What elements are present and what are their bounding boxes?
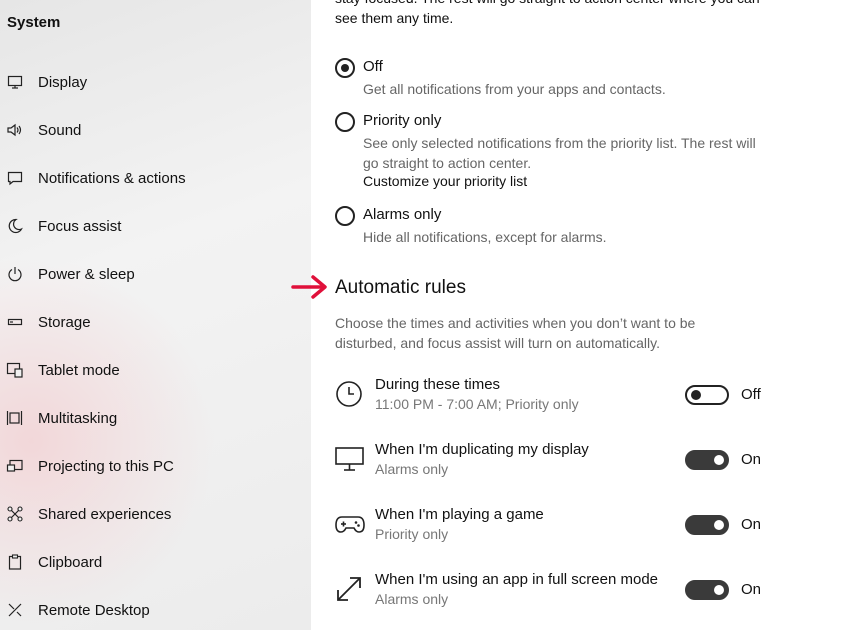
power-icon bbox=[6, 265, 24, 283]
toggle-state: On bbox=[741, 516, 762, 533]
sidebar-title: System bbox=[7, 14, 61, 31]
toggle-state: On bbox=[741, 581, 762, 598]
sidebar-item-label: Multitasking bbox=[38, 409, 118, 427]
sidebar-item-label: Focus assist bbox=[38, 217, 122, 235]
radio-label: Priority only bbox=[363, 112, 442, 129]
rule-title: During these times bbox=[375, 376, 501, 393]
sidebar-item-sound[interactable]: Sound bbox=[0, 110, 311, 150]
radio-label: Off bbox=[363, 58, 383, 75]
radio-option-off[interactable]: Off Get all notifications from your apps… bbox=[335, 58, 795, 102]
red-arrow-icon bbox=[291, 272, 331, 307]
rule-full-screen-app[interactable]: When I'm using an app in full screen mod… bbox=[335, 571, 835, 615]
sidebar-item-focus-assist[interactable]: Focus assist bbox=[0, 206, 311, 246]
sidebar-item-clipboard[interactable]: Clipboard bbox=[0, 542, 311, 582]
sidebar-item-label: Display bbox=[38, 73, 88, 91]
storage-icon bbox=[6, 313, 24, 331]
moon-icon bbox=[6, 217, 24, 235]
radio-alarms-only[interactable] bbox=[335, 206, 355, 226]
toggle-knob bbox=[714, 520, 724, 530]
toggle-state: On bbox=[741, 451, 762, 468]
customize-priority-link[interactable]: Customize your priority list bbox=[363, 173, 527, 189]
fullscreen-icon bbox=[335, 575, 363, 603]
sidebar-item-power-sleep[interactable]: Power & sleep bbox=[0, 254, 311, 294]
automatic-rules-heading: Automatic rules bbox=[335, 277, 466, 298]
speaker-icon bbox=[6, 121, 24, 139]
rule-subtitle: Alarms only bbox=[375, 461, 449, 477]
radio-description: See only selected notifications from the… bbox=[363, 135, 756, 171]
sidebar-item-label: Remote Desktop bbox=[38, 601, 150, 619]
sidebar-item-label: Clipboard bbox=[38, 553, 103, 571]
sidebar-item-tablet-mode[interactable]: Tablet mode bbox=[0, 350, 311, 390]
intro-text: stay focused. The rest will go straight … bbox=[335, 0, 760, 26]
toggle-knob bbox=[691, 390, 701, 400]
radio-option-alarms-only[interactable]: Alarms only Hide all notifications, exce… bbox=[335, 206, 795, 250]
rule-title: When I'm duplicating my display bbox=[375, 441, 589, 458]
sidebar-item-label: Shared experiences bbox=[38, 505, 172, 523]
radio-label: Alarms only bbox=[363, 206, 442, 223]
rule-title: When I'm using an app in full screen mod… bbox=[375, 571, 659, 588]
toggle-during-these-times[interactable] bbox=[685, 385, 729, 405]
rule-title: When I'm playing a game bbox=[375, 506, 544, 523]
rule-playing-game[interactable]: When I'm playing a game Priority only On bbox=[335, 506, 835, 550]
sidebar-item-projecting[interactable]: Projecting to this PC bbox=[0, 446, 311, 486]
rule-subtitle: Priority only bbox=[375, 526, 449, 542]
sidebar-item-shared-experiences[interactable]: Shared experiences bbox=[0, 494, 311, 534]
sidebar-item-label: Tablet mode bbox=[38, 361, 120, 379]
toggle-playing-game[interactable] bbox=[685, 515, 729, 535]
radio-option-priority-only[interactable]: Priority only See only selected notifica… bbox=[335, 112, 795, 192]
sidebar-item-notifications[interactable]: Notifications & actions bbox=[0, 158, 311, 198]
toggle-state: Off bbox=[741, 386, 761, 403]
toggle-full-screen-app[interactable] bbox=[685, 580, 729, 600]
gamepad-icon bbox=[335, 510, 365, 538]
sidebar-item-storage[interactable]: Storage bbox=[0, 302, 311, 342]
monitor-icon bbox=[6, 73, 24, 91]
rule-duplicating-display[interactable]: When I'm duplicating my display Alarms o… bbox=[335, 441, 835, 485]
monitor-icon bbox=[335, 445, 364, 473]
rule-subtitle: 11:00 PM - 7:00 AM; Priority only bbox=[375, 396, 579, 412]
sidebar-item-remote-desktop[interactable]: Remote Desktop bbox=[0, 590, 311, 630]
radio-off[interactable] bbox=[335, 58, 355, 78]
sidebar-item-multitasking[interactable]: Multitasking bbox=[0, 398, 311, 438]
sidebar-item-label: Notifications & actions bbox=[38, 169, 186, 187]
radio-priority-only[interactable] bbox=[335, 112, 355, 132]
rule-during-these-times[interactable]: During these times 11:00 PM - 7:00 AM; P… bbox=[335, 376, 835, 420]
sidebar-item-label: Sound bbox=[38, 121, 82, 139]
radio-description: Hide all notifications, except for alarm… bbox=[363, 229, 607, 245]
sidebar-item-label: Storage bbox=[38, 313, 91, 331]
projector-icon bbox=[6, 457, 24, 475]
share-icon bbox=[6, 505, 24, 523]
clipboard-icon bbox=[6, 553, 24, 571]
main-content: stay focused. The rest will go straight … bbox=[291, 0, 861, 630]
clock-icon bbox=[335, 380, 363, 408]
sidebar-item-label: Power & sleep bbox=[38, 265, 135, 283]
automatic-rules-description: Choose the times and activities when you… bbox=[335, 315, 696, 351]
toggle-knob bbox=[714, 455, 724, 465]
toggle-duplicating-display[interactable] bbox=[685, 450, 729, 470]
message-icon bbox=[6, 169, 24, 187]
sidebar: System Display Sound Notifications & act… bbox=[0, 0, 311, 630]
radio-description: Get all notifications from your apps and… bbox=[363, 81, 666, 97]
multitasking-icon bbox=[6, 409, 24, 427]
remote-desktop-icon bbox=[6, 601, 24, 619]
tablet-icon bbox=[6, 361, 24, 379]
rule-subtitle: Alarms only bbox=[375, 591, 449, 607]
sidebar-item-label: Projecting to this PC bbox=[38, 457, 174, 475]
toggle-knob bbox=[714, 585, 724, 595]
sidebar-item-display[interactable]: Display bbox=[0, 62, 311, 102]
